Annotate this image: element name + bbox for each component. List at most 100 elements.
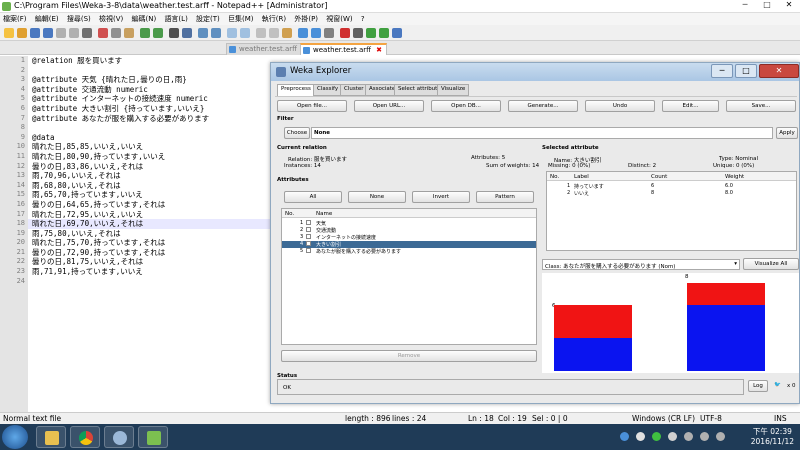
edit-button[interactable]: Edit... — [662, 100, 719, 112]
zoom-out-icon[interactable] — [211, 28, 221, 38]
taskbar-notepad-plus-plus[interactable] — [138, 426, 168, 448]
visualize-all-button[interactable]: Visualize All — [743, 258, 799, 270]
taskbar-chrome[interactable] — [70, 426, 100, 448]
save-all-icon[interactable] — [43, 28, 53, 38]
replace-icon[interactable] — [182, 28, 192, 38]
doc-map-icon[interactable] — [298, 28, 308, 38]
close-file-icon[interactable] — [56, 28, 66, 38]
record-macro-icon[interactable] — [340, 28, 350, 38]
generate-button[interactable]: Generate... — [508, 100, 578, 112]
tab-weather-test-1[interactable]: weather.test.arff — [226, 43, 302, 55]
select-all-button[interactable]: All — [284, 191, 342, 203]
menu-edit[interactable]: 編輯(E) — [32, 13, 62, 25]
copy-icon[interactable] — [111, 28, 121, 38]
line-number: 4 — [20, 84, 25, 93]
show-all-chars-icon[interactable] — [269, 28, 279, 38]
start-button[interactable] — [2, 425, 28, 449]
show-hidden-icons-icon[interactable] — [668, 432, 677, 441]
language-icon[interactable] — [636, 432, 645, 441]
menu-encoding[interactable]: 編碼(N) — [129, 13, 160, 25]
tab-visualize[interactable]: Visualize — [437, 84, 470, 96]
function-list-icon[interactable] — [311, 28, 321, 38]
menu-file[interactable]: 檔案(F) — [0, 13, 30, 25]
label-row[interactable]: 1 持っています 6 6.0 — [547, 183, 796, 190]
invert-selection-button[interactable]: Invert — [412, 191, 470, 203]
save-icon[interactable] — [30, 28, 40, 38]
folder-workspace-icon[interactable] — [324, 28, 334, 38]
menu-plugins[interactable]: 外掛(P) — [291, 13, 321, 25]
undo-icon[interactable] — [140, 28, 150, 38]
menu-run[interactable]: 執行(R) — [259, 13, 289, 25]
weka-maximize-button[interactable]: □ — [735, 64, 757, 78]
flag-icon[interactable] — [684, 432, 693, 441]
menu-language[interactable]: 語言(L) — [161, 13, 190, 25]
attribute-row[interactable]: 5 あなたが服を購入する必要があります — [282, 248, 536, 255]
tab-weather-test-2[interactable]: weather.test.arff ✖ — [300, 43, 388, 55]
menu-window[interactable]: 視窗(W) — [323, 13, 355, 25]
minimize-button[interactable]: ─ — [734, 0, 756, 12]
undo-button[interactable]: Undo — [585, 100, 655, 112]
apply-filter-button[interactable]: Apply — [776, 127, 798, 139]
attribute-row[interactable]: 3 インターネットの接続速度 — [282, 234, 536, 241]
attribute-row[interactable]: 1 天気 — [282, 220, 536, 227]
maximize-button[interactable]: □ — [756, 0, 778, 12]
cut-icon[interactable] — [98, 28, 108, 38]
indent-guide-icon[interactable] — [282, 28, 292, 38]
play-macro-icon[interactable] — [366, 28, 376, 38]
network-icon[interactable] — [700, 432, 709, 441]
taskbar-weka[interactable] — [104, 426, 134, 448]
attribute-row[interactable]: 2 交通流動 — [282, 227, 536, 234]
attribute-row-selected[interactable]: 4 大きい割引 — [282, 241, 536, 248]
sync-vertical-icon[interactable] — [227, 28, 237, 38]
word-wrap-icon[interactable] — [256, 28, 266, 38]
close-all-icon[interactable] — [69, 28, 79, 38]
volume-icon[interactable] — [716, 432, 725, 441]
choose-filter-button[interactable]: Choose — [284, 127, 310, 139]
weka-close-button[interactable]: ✕ — [759, 64, 799, 78]
tray-app-icon[interactable] — [652, 432, 661, 441]
sync-horizontal-icon[interactable] — [240, 28, 250, 38]
class-select[interactable]: Class: あなたが服を購入する必要があります (Nom) ▾ — [542, 259, 740, 270]
tab-preprocess[interactable]: Preprocess — [277, 84, 315, 96]
attribute-checkbox[interactable] — [306, 227, 311, 232]
label-row[interactable]: 2 いいえ 8 8.0 — [547, 190, 796, 197]
weka-minimize-button[interactable]: ─ — [711, 64, 733, 78]
tab-close-icon[interactable]: ✖ — [376, 46, 382, 54]
help-icon[interactable] — [620, 432, 629, 441]
attribute-checkbox[interactable] — [306, 248, 311, 253]
stop-macro-icon[interactable] — [353, 28, 363, 38]
line-number: 19 — [16, 228, 25, 237]
new-file-icon[interactable] — [4, 28, 14, 38]
menu-view[interactable]: 檢視(V) — [96, 13, 126, 25]
taskbar-file-explorer[interactable] — [36, 426, 66, 448]
attribute-checkbox[interactable] — [306, 241, 311, 246]
attribute-checkbox[interactable] — [306, 220, 311, 225]
zoom-in-icon[interactable] — [198, 28, 208, 38]
status-file-type: Normal text file — [3, 414, 62, 423]
open-file-button[interactable]: Open file... — [277, 100, 347, 112]
close-button[interactable]: ✕ — [778, 0, 800, 12]
log-button[interactable]: Log — [748, 380, 768, 392]
paste-icon[interactable] — [124, 28, 134, 38]
remove-button[interactable]: Remove — [281, 350, 537, 362]
pattern-button[interactable]: Pattern — [476, 191, 534, 203]
menu-search[interactable]: 搜尋(S) — [64, 13, 94, 25]
run-macro-multiple-icon[interactable] — [379, 28, 389, 38]
open-file-icon[interactable] — [17, 28, 27, 38]
print-icon[interactable] — [82, 28, 92, 38]
filter-field[interactable]: None — [311, 127, 773, 139]
open-db-button[interactable]: Open DB... — [431, 100, 501, 112]
save-button[interactable]: Save... — [726, 100, 796, 112]
find-icon[interactable] — [169, 28, 179, 38]
menu-settings[interactable]: 設定(T) — [193, 13, 223, 25]
menu-help[interactable]: ? — [358, 14, 368, 24]
open-url-button[interactable]: Open URL... — [354, 100, 424, 112]
select-none-button[interactable]: None — [348, 191, 406, 203]
tab-classify[interactable]: Classify — [313, 84, 343, 96]
tab-cluster[interactable]: Cluster — [340, 84, 368, 96]
redo-icon[interactable] — [153, 28, 163, 38]
save-macro-icon[interactable] — [392, 28, 402, 38]
attribute-checkbox[interactable] — [306, 234, 311, 239]
clock[interactable]: 下午 02:39 2016/11/12 — [751, 427, 794, 447]
menu-macro[interactable]: 巨集(M) — [225, 13, 257, 25]
